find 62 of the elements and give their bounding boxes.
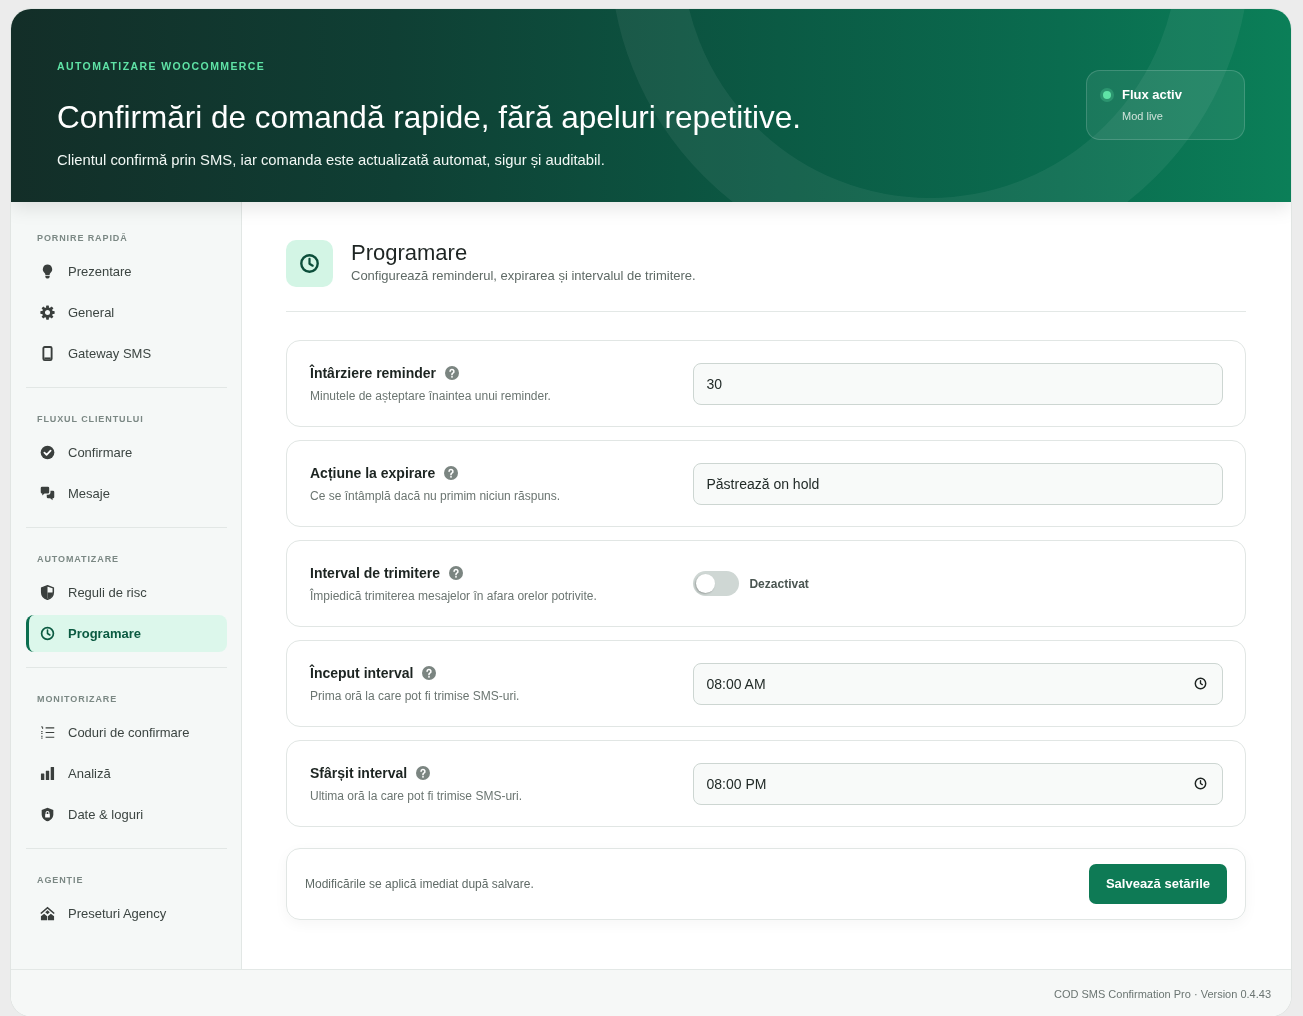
status-dot-icon: [1100, 88, 1114, 102]
sidebar-section-heading: AUTOMATIZARE: [36, 553, 119, 566]
chat-bubbles-icon: [40, 486, 55, 501]
time-field[interactable]: 08:00 PM: [693, 762, 1223, 805]
clock-icon: [286, 240, 333, 287]
help-icon[interactable]: [416, 765, 431, 780]
sidebar-item[interactable]: Gateway SMS: [26, 335, 227, 372]
shield-icon: [40, 585, 55, 600]
number-field[interactable]: 30: [693, 362, 1223, 405]
sidebar-item[interactable]: Coduri de confirmare: [26, 714, 227, 751]
toggle-switch[interactable]: [693, 571, 740, 596]
page-title: Programare: [351, 240, 468, 265]
sidebar-item[interactable]: Mesaje: [26, 475, 227, 512]
clock-icon[interactable]: [1194, 676, 1207, 690]
list-icon: [40, 725, 55, 740]
gear-icon: [40, 305, 55, 320]
time-field[interactable]: 08:00 AM: [693, 662, 1223, 705]
status-subtitle: Mod live: [1122, 110, 1163, 122]
setting-description: Împiedică trimiterea mesajelor în afara orelor potrivite.: [310, 588, 597, 603]
bar-chart-icon: [40, 766, 55, 781]
setting-description: Prima oră la care pot fi trimise SMS-uri.: [310, 688, 520, 703]
setting-label: Sfârșit interval: [310, 763, 408, 783]
page-subtitle: Configurează reminderul, expirarea și intervalul de trimitere.: [351, 268, 696, 283]
header-title: Confirmări de comandă rapide, fără apeluri repetitive.: [57, 99, 802, 135]
sidebar-item[interactable]: Date & loguri: [26, 796, 227, 833]
help-icon[interactable]: [448, 565, 463, 580]
select-field[interactable]: Păstrează on hold: [693, 462, 1223, 505]
sidebar-item[interactable]: General: [26, 294, 227, 331]
sidebar-item[interactable]: Preseturi Agency: [26, 895, 227, 932]
footer-text: COD SMS Confirmation Pro · Version 0.4.43: [1053, 987, 1271, 1001]
sidebar-item[interactable]: Programare: [26, 615, 227, 652]
sidebar-section-heading: FLUXUL CLIENTULUI: [36, 413, 144, 426]
toggle-state-label: Dezactivat: [749, 575, 809, 593]
help-icon[interactable]: [422, 665, 437, 680]
sidebar-item[interactable]: Confirmare: [26, 434, 227, 471]
help-icon[interactable]: [444, 465, 459, 480]
setting-label: Întârziere reminder: [310, 363, 437, 383]
setting-label: Acțiune la expirare: [310, 463, 436, 483]
setting-description: Ultima oră la care pot fi trimise SMS-uri.: [310, 788, 523, 803]
houses-icon: [40, 906, 55, 921]
clock-icon[interactable]: [1194, 776, 1207, 790]
sidebar-item[interactable]: Analiză: [26, 755, 227, 792]
sidebar-item[interactable]: Reguli de risc: [26, 574, 227, 611]
phone-icon: [40, 346, 55, 361]
shield-lock-icon: [40, 807, 55, 822]
setting-description: Minutele de așteptare înaintea unui reminder.: [310, 388, 551, 403]
save-note: Modificările se aplică imediat după salvare.: [305, 876, 534, 893]
clock-icon: [40, 626, 55, 641]
setting-label: Interval de trimitere: [310, 563, 440, 583]
header-subtitle: Clientul confirmă prin SMS, iar comanda este actualizată automat, sigur și auditabil.: [57, 152, 605, 168]
save-button[interactable]: Salvează setările: [1088, 864, 1227, 904]
lightbulb-icon: [40, 264, 55, 279]
status-title: Flux activ: [1122, 86, 1182, 104]
setting-label: Început interval: [310, 663, 414, 683]
header-eyebrow: AUTOMATIZARE WOOCOMMERCE: [57, 60, 266, 72]
check-circle-icon: [40, 445, 55, 460]
help-icon[interactable]: [445, 365, 460, 380]
sidebar-section-heading: AGENȚIE: [36, 874, 84, 887]
setting-description: Ce se întâmplă dacă nu primim niciun răspuns.: [310, 488, 561, 503]
sidebar-section-heading: PORNIRE RAPIDĂ: [36, 232, 128, 245]
sidebar-section-heading: MONITORIZARE: [36, 693, 118, 706]
sidebar-item[interactable]: Prezentare: [26, 253, 227, 290]
